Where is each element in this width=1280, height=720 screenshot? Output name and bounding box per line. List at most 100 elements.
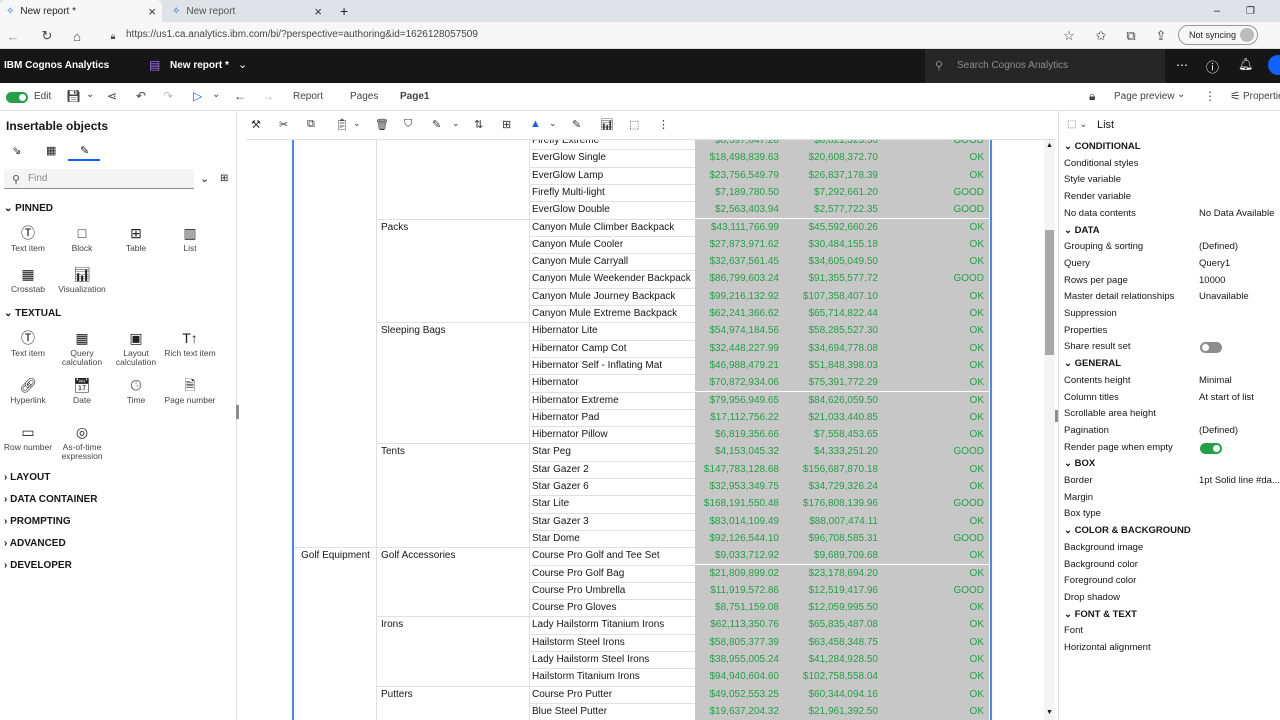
property-name[interactable]: Query: [1064, 258, 1090, 269]
source-tab-icon[interactable]: ⇘: [12, 144, 21, 157]
status-cell[interactable]: OK: [885, 478, 989, 496]
planned-revenue-cell[interactable]: $102,758,558.04: [784, 668, 885, 686]
revenue-cell[interactable]: $23,756,549.79: [695, 166, 784, 184]
status-cell[interactable]: OK: [885, 287, 989, 305]
status-cell[interactable]: OK: [885, 426, 989, 444]
property-name[interactable]: Master detail relationships: [1064, 291, 1174, 302]
product-cell[interactable]: Hailstorm Steel Irons: [529, 634, 695, 651]
property-name[interactable]: Render variable: [1064, 191, 1131, 202]
property-name[interactable]: Grouping & sorting: [1064, 241, 1143, 252]
chart-icon[interactable]: 📊︎: [600, 118, 614, 131]
cut-icon[interactable]: ✂: [279, 118, 288, 131]
textual-layout-calculation[interactable]: ▣ Layout calculation: [109, 330, 163, 367]
planned-revenue-cell[interactable]: $96,708,585.31: [784, 529, 885, 548]
revenue-cell[interactable]: $62,241,366.62: [695, 305, 784, 323]
property-value[interactable]: 10000: [1199, 275, 1225, 286]
chevron-down-icon[interactable]: ⌄: [200, 172, 209, 185]
close-tab-icon[interactable]: ×: [148, 4, 156, 19]
planned-revenue-cell[interactable]: $65,835,487.08: [784, 616, 885, 634]
property-name[interactable]: Foreground color: [1064, 575, 1136, 586]
product-cell[interactable]: Hibernator Camp Cot: [529, 340, 695, 357]
planned-revenue-cell[interactable]: $7,292,661.20: [784, 183, 885, 202]
planned-revenue-cell[interactable]: $63,458,348.75: [784, 633, 885, 651]
undo-icon[interactable]: ↶: [136, 89, 146, 103]
planned-revenue-cell[interactable]: $88,007,474.11: [784, 512, 885, 530]
property-name[interactable]: Conditional styles: [1064, 158, 1138, 169]
property-value[interactable]: (Defined): [1199, 425, 1238, 436]
product-cell[interactable]: Course Pro Golf and Tee Set: [529, 547, 695, 564]
property-section-header[interactable]: ⌄ CONDITIONAL: [1064, 141, 1141, 152]
status-cell[interactable]: OK: [885, 512, 989, 530]
property-name[interactable]: Background color: [1064, 559, 1138, 570]
section-data-container[interactable]: › DATA CONTAINER: [4, 494, 98, 505]
pinned-table[interactable]: ⊞ Table: [109, 225, 163, 253]
planned-revenue-cell[interactable]: $8,821,323.56: [784, 140, 885, 150]
product-cell[interactable]: Star Gazer 3: [529, 513, 695, 530]
section-textual[interactable]: ⌄ TEXTUAL: [4, 308, 61, 319]
overflow-menu-icon[interactable]: ⋮: [1204, 89, 1216, 103]
revenue-cell[interactable]: $27,873,971.62: [695, 235, 784, 254]
sort-icon[interactable]: ⇅: [474, 118, 483, 131]
revenue-cell[interactable]: $7,189,780.50: [695, 183, 784, 202]
save-icon[interactable]: 💾︎: [66, 89, 81, 103]
product-cell[interactable]: Hibernator Self - Inflating Mat: [529, 357, 695, 374]
toolbox-tab-icon[interactable]: ✎: [80, 144, 89, 157]
product-cell[interactable]: Canyon Mule Extreme Backpack: [529, 305, 695, 322]
share-icon[interactable]: ⋖: [107, 89, 117, 103]
product-cell[interactable]: Star Dome: [529, 530, 695, 547]
property-name[interactable]: Pagination: [1064, 425, 1109, 436]
product-cell[interactable]: Course Pro Golf Bag: [529, 565, 695, 582]
revenue-cell[interactable]: $86,799,603.24: [695, 270, 784, 288]
section-developer[interactable]: › DEVELOPER: [4, 560, 72, 571]
product-cell[interactable]: Hibernator Pad: [529, 409, 695, 426]
back-arrow-icon[interactable]: ←: [234, 89, 246, 103]
property-name[interactable]: Contents height: [1064, 375, 1131, 386]
product-cell[interactable]: Firefly Extreme: [529, 140, 695, 149]
product-type-cell[interactable]: Tents: [381, 446, 405, 457]
report-scrollbar[interactable]: ▲ ▼: [1044, 140, 1055, 720]
product-cell[interactable]: Star Gazer 6: [529, 478, 695, 495]
status-cell[interactable]: OK: [885, 599, 989, 617]
product-type-cell[interactable]: Packs: [381, 222, 408, 233]
status-cell[interactable]: OK: [885, 408, 989, 427]
product-cell[interactable]: EverGlow Double: [529, 201, 695, 218]
breadcrumb-page1[interactable]: Page1: [400, 91, 429, 102]
revenue-cell[interactable]: $18,498,839.63: [695, 149, 784, 167]
properties-tab[interactable]: Properties: [1243, 91, 1280, 102]
status-cell[interactable]: OK: [885, 564, 989, 582]
revenue-cell[interactable]: $4,153,045.32: [695, 443, 784, 461]
breadcrumb-report[interactable]: Report: [293, 91, 323, 102]
product-type-cell[interactable]: Putters: [381, 689, 413, 700]
property-name[interactable]: Properties: [1064, 325, 1107, 336]
property-name[interactable]: Render page when empty: [1064, 442, 1173, 453]
property-value[interactable]: Unavailable: [1199, 291, 1249, 302]
sync-button[interactable]: Not syncing: [1178, 25, 1258, 45]
search-input[interactable]: ⚲ Search Cognos Analytics: [925, 49, 1165, 83]
pinned-list[interactable]: ▥ List: [163, 225, 217, 253]
chevron-down-icon[interactable]: ⌄: [212, 89, 220, 100]
revenue-cell[interactable]: $49,052,553.25: [695, 685, 784, 703]
status-cell[interactable]: GOOD: [885, 270, 989, 288]
revenue-cell[interactable]: $8,597,647.26: [695, 140, 784, 150]
planned-revenue-cell[interactable]: $58,285,527.30: [784, 322, 885, 340]
status-cell[interactable]: OK: [885, 685, 989, 703]
revenue-cell[interactable]: $6,819,356.66: [695, 426, 784, 444]
planned-revenue-cell[interactable]: $9,689,709.68: [784, 547, 885, 565]
status-cell[interactable]: OK: [885, 616, 989, 634]
group-icon[interactable]: ⊞: [502, 118, 511, 131]
property-name[interactable]: Column titles: [1064, 392, 1119, 403]
textual-date[interactable]: 📅︎ Date: [55, 377, 109, 405]
revenue-cell[interactable]: $32,953,349.75: [695, 478, 784, 496]
revenue-cell[interactable]: $58,805,377.39: [695, 633, 784, 651]
property-section-header[interactable]: ⌄ DATA: [1064, 225, 1100, 236]
property-name[interactable]: Border: [1064, 475, 1093, 486]
product-cell[interactable]: Star Peg: [529, 443, 695, 460]
revenue-cell[interactable]: $62,113,350.76: [695, 616, 784, 634]
color-fill-icon[interactable]: ▲: [530, 118, 541, 130]
product-cell[interactable]: EverGlow Lamp: [529, 167, 695, 184]
product-cell[interactable]: Course Pro Putter: [529, 686, 695, 703]
revenue-cell[interactable]: $99,216,132.92: [695, 287, 784, 305]
delete-icon[interactable]: 🗑︎: [375, 118, 389, 131]
planned-revenue-cell[interactable]: $4,333,251.20: [784, 443, 885, 461]
status-cell[interactable]: OK: [885, 166, 989, 184]
